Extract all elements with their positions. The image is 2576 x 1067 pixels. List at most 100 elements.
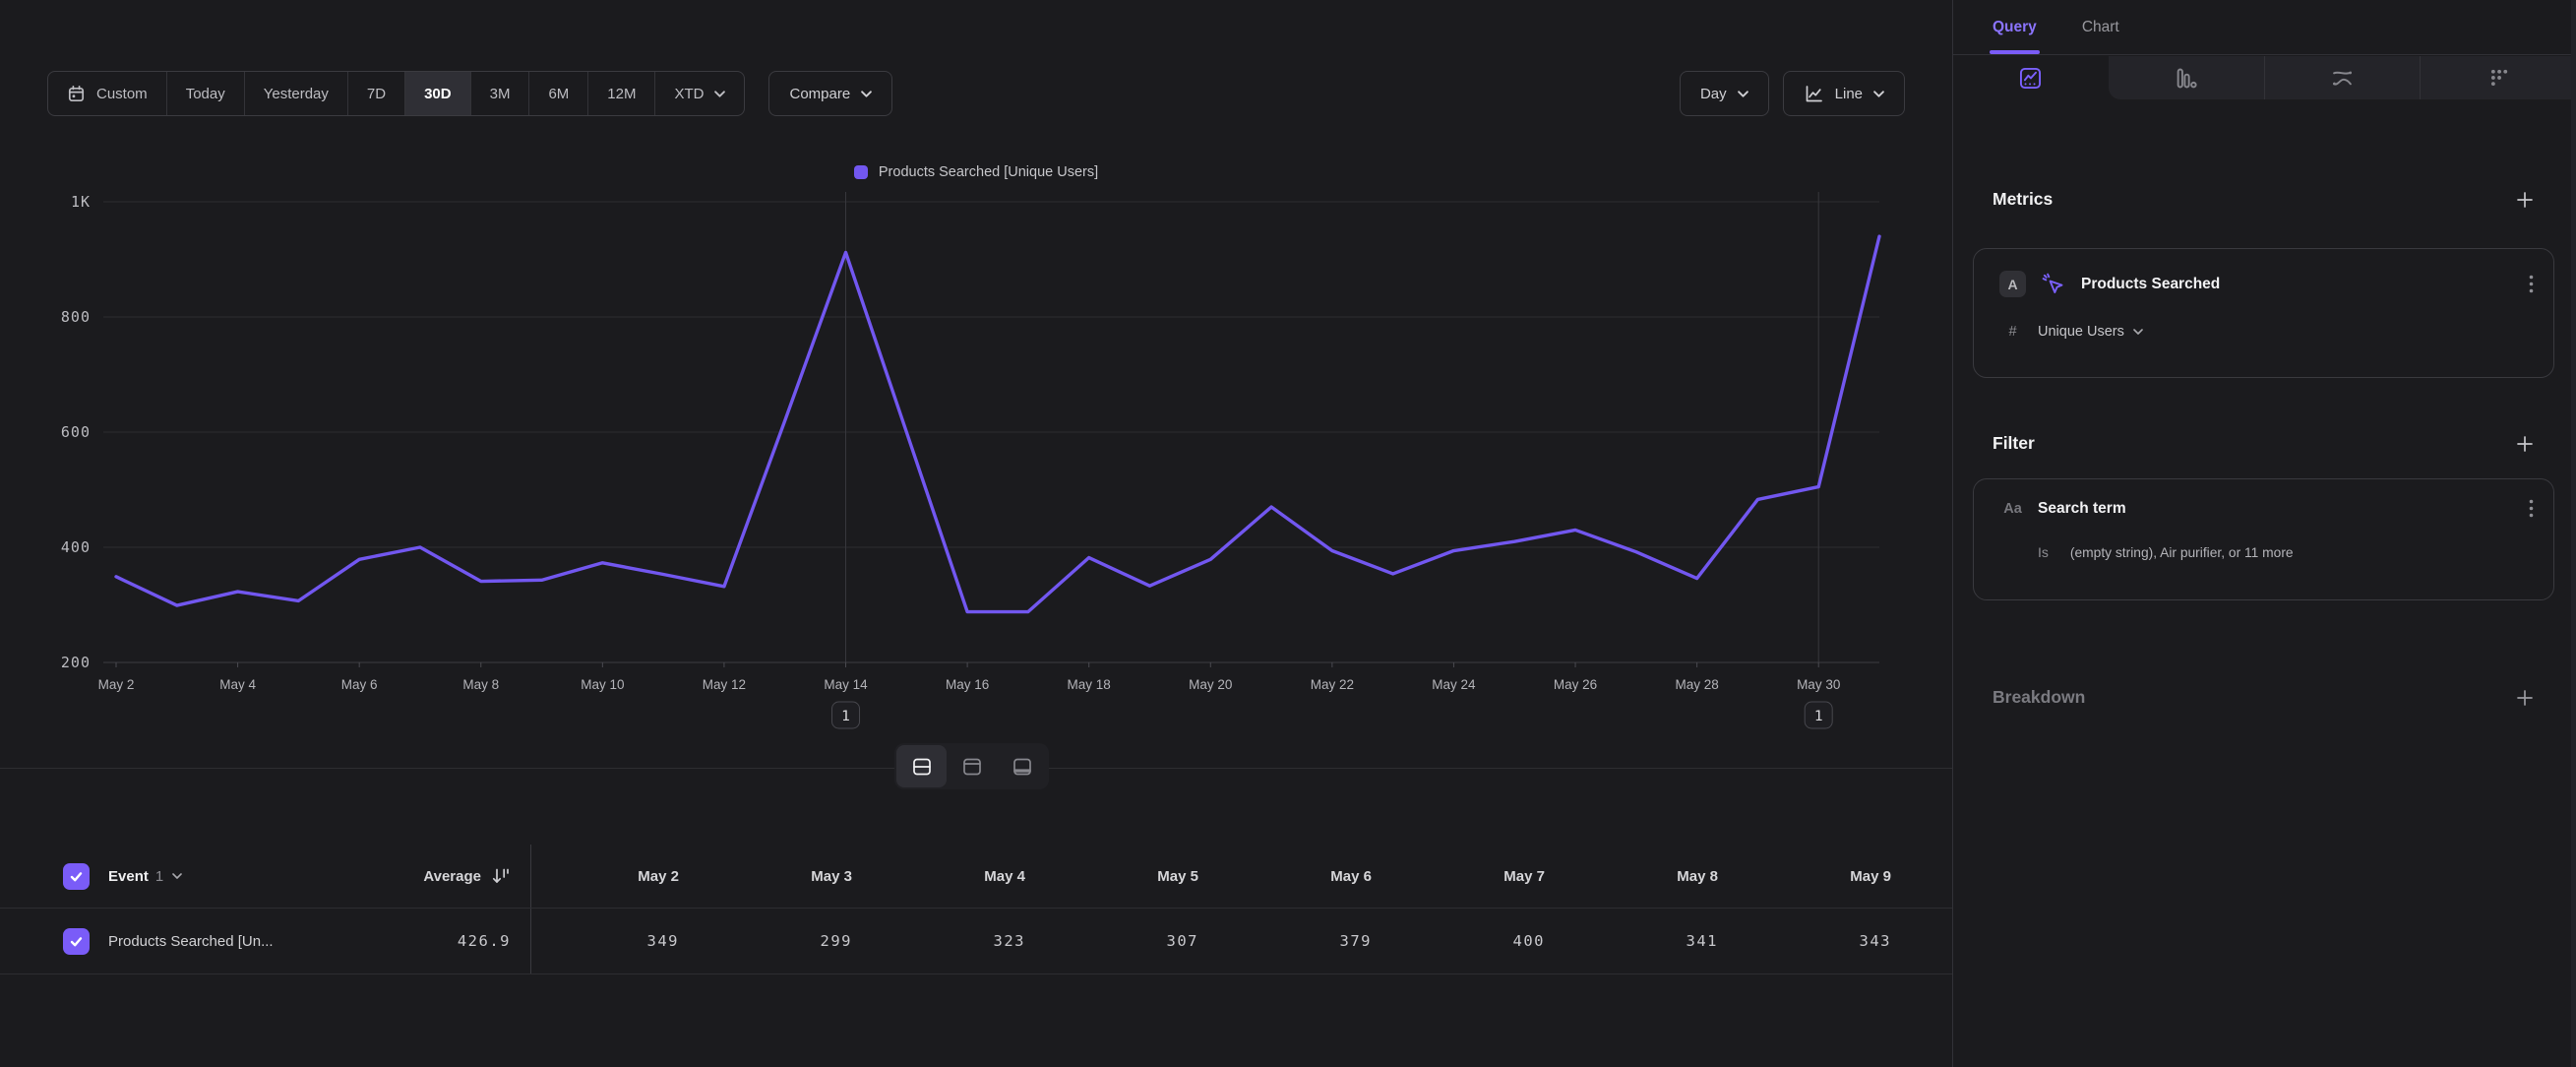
table-row: Products Searched [Un... 426.9 349 299 3… [0, 909, 1952, 974]
x-tick-label: May 22 [1311, 677, 1354, 692]
x-tick-label: May 16 [946, 677, 989, 692]
date-column-header[interactable]: May 5 [1051, 845, 1224, 908]
metric-card[interactable]: A Products Searched # Unique Users [1973, 248, 2554, 378]
top-panel-icon [960, 755, 984, 779]
date-column-header[interactable]: May 4 [878, 845, 1051, 908]
date-range-3m[interactable]: 3M [470, 72, 529, 115]
filter-title: Filter [1993, 433, 2035, 454]
x-tick-label: May 10 [581, 677, 624, 692]
chart-toolbar: Custom Today Yesterday 7D 30D 3M 6M 12M … [47, 71, 1905, 116]
filter-property-name[interactable]: Search term [2038, 500, 2126, 518]
table-cell[interactable]: 323 [878, 909, 1051, 973]
sort-icon[interactable] [491, 866, 511, 886]
layout-chart-view-button[interactable] [947, 745, 997, 787]
kebab-menu-icon[interactable] [2529, 499, 2534, 518]
table-cell[interactable]: 349 [531, 909, 705, 973]
x-tick-label: May 6 [341, 677, 378, 692]
date-range-30d[interactable]: 30D [404, 72, 470, 115]
add-filter-button[interactable] [2515, 434, 2535, 454]
report-type-retention-tab[interactable] [2420, 56, 2576, 99]
x-tick-label: May 24 [1432, 677, 1476, 692]
y-tick-label: 400 [61, 538, 91, 556]
chevron-down-icon[interactable] [172, 873, 182, 879]
legend-series-label[interactable]: Products Searched [Unique Users] [879, 164, 1098, 180]
table-cell[interactable]: 307 [1051, 909, 1224, 973]
chevron-down-icon [714, 91, 725, 97]
sidebar-scrollbar[interactable] [2571, 0, 2576, 1067]
filter-operator: Is [2038, 544, 2049, 560]
insights-icon [2017, 65, 2044, 92]
metric-card-title-row: A Products Searched [1999, 271, 2534, 297]
x-tick-label: May 18 [1068, 677, 1111, 692]
chevron-down-icon [2133, 329, 2143, 335]
annotation-badge-count: 1 [841, 709, 850, 724]
x-tick-label: May 30 [1797, 677, 1840, 692]
aggregation-symbol: # [1999, 324, 2026, 340]
date-range-yesterday[interactable]: Yesterday [244, 72, 347, 115]
date-column-header[interactable]: May 6 [1224, 845, 1397, 908]
report-type-tabs [1953, 56, 2576, 99]
funnels-icon [2173, 65, 2199, 92]
date-range-today[interactable]: Today [166, 72, 244, 115]
filter-condition-row[interactable]: Is (empty string), Air purifier, or 11 m… [2038, 544, 2534, 560]
date-range-custom[interactable]: Custom [48, 72, 166, 115]
date-column-header[interactable]: May 7 [1397, 845, 1570, 908]
x-tick-label: May 26 [1554, 677, 1597, 692]
table-cell[interactable]: 341 [1570, 909, 1744, 973]
x-tick-label: May 2 [98, 677, 135, 692]
chart-type-button[interactable]: Line [1783, 71, 1905, 116]
filter-section-header: Filter [1993, 433, 2535, 454]
average-column-label[interactable]: Average [423, 868, 481, 885]
metric-aggregation-row[interactable]: # Unique Users [1999, 324, 2534, 340]
date-range-12m[interactable]: 12M [587, 72, 654, 115]
x-tick-label: May 8 [462, 677, 499, 692]
x-tick-label: May 28 [1675, 677, 1718, 692]
date-column-header[interactable]: May 9 [1744, 845, 1917, 908]
layout-split-view-button[interactable] [896, 745, 947, 787]
metrics-title: Metrics [1993, 189, 2053, 210]
add-breakdown-button[interactable] [2515, 688, 2535, 708]
filter-card-title-row: Aa Search term [1999, 499, 2534, 518]
filter-card[interactable]: Aa Search term Is (empty string), Air pu… [1973, 478, 2554, 600]
date-range-6m[interactable]: 6M [528, 72, 587, 115]
aggregation-label: Unique Users [2038, 324, 2124, 340]
table-cell[interactable]: 379 [1224, 909, 1397, 973]
date-range-label: Custom [96, 86, 148, 102]
y-tick-label: 1K [71, 193, 91, 211]
chevron-down-icon [1738, 91, 1748, 97]
x-tick-label: May 12 [703, 677, 746, 692]
layout-table-view-button[interactable] [997, 745, 1047, 787]
table-cell[interactable]: 299 [705, 909, 878, 973]
report-type-flows-tab[interactable] [2264, 56, 2421, 99]
report-type-insights-tab[interactable] [1953, 56, 2109, 99]
row-checkbox[interactable] [63, 928, 90, 955]
filter-value: (empty string), Air purifier, or 11 more [2070, 545, 2294, 560]
tab-query[interactable]: Query [1993, 0, 2037, 54]
date-range-picker: Custom Today Yesterday 7D 30D 3M 6M 12M … [47, 71, 745, 116]
metric-event-name[interactable]: Products Searched [2081, 276, 2220, 293]
table-header-row: Event 1 Average May 2 May 3 May 4 May 5 … [0, 845, 1952, 909]
date-column-header[interactable]: May 2 [531, 845, 705, 908]
date-column-header[interactable]: May 8 [1570, 845, 1744, 908]
tab-chart[interactable]: Chart [2082, 0, 2119, 54]
series-line[interactable] [116, 236, 1879, 611]
y-tick-label: 800 [61, 308, 91, 326]
granularity-button[interactable]: Day [1680, 71, 1769, 116]
date-range-xtd[interactable]: XTD [654, 72, 744, 115]
kebab-menu-icon[interactable] [2529, 275, 2534, 293]
date-range-7d[interactable]: 7D [347, 72, 404, 115]
annotation-badge-count: 1 [1814, 709, 1823, 724]
compare-button[interactable]: Compare [768, 71, 892, 116]
series-letter-badge: A [1999, 271, 2026, 297]
bottom-panel-icon [1011, 755, 1034, 779]
table-cell[interactable]: 343 [1744, 909, 1917, 973]
breakdown-title: Breakdown [1993, 687, 2085, 708]
series-name[interactable]: Products Searched [Un... [108, 933, 274, 950]
line-chart[interactable]: May 2May 4May 6May 8May 10May 12May 14Ma… [0, 192, 1952, 748]
table-header-main-cell: Event 1 Average [0, 845, 531, 908]
date-column-header[interactable]: May 3 [705, 845, 878, 908]
table-cell[interactable]: 400 [1397, 909, 1570, 973]
add-metric-button[interactable] [2515, 190, 2535, 210]
report-type-funnels-tab[interactable] [2109, 56, 2264, 99]
select-all-checkbox[interactable] [63, 863, 90, 890]
